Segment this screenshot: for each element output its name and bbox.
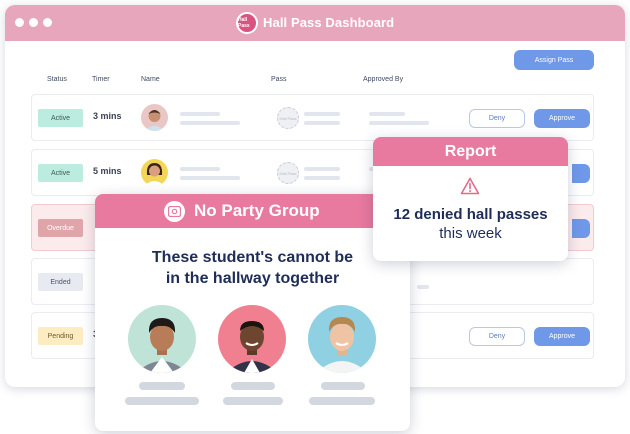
pass-placeholder-line xyxy=(304,167,340,171)
status-badge: Active xyxy=(38,164,83,182)
assign-pass-button[interactable]: Assign Pass xyxy=(514,50,594,70)
warning-icon xyxy=(460,177,480,195)
name-placeholder-line xyxy=(309,397,375,405)
app-title: Hall Pass Dashboard xyxy=(263,15,395,30)
report-headline: 12 denied hall passes xyxy=(393,206,548,223)
status-badge: Overdue xyxy=(38,219,83,237)
pass-placeholder-line xyxy=(304,112,340,116)
name-placeholder-line xyxy=(125,397,199,405)
approve-button[interactable] xyxy=(572,219,590,238)
message-line: in the hallway together xyxy=(165,270,340,287)
timer-value: 5 mins xyxy=(93,166,122,176)
column-header-name: Name xyxy=(141,76,160,83)
column-header-status: Status xyxy=(47,76,67,83)
approve-button[interactable]: Approve xyxy=(534,327,590,346)
no-party-group-header: No Party Group xyxy=(95,194,410,228)
deny-button[interactable]: Deny xyxy=(469,327,525,346)
status-badge: Ended xyxy=(38,273,83,291)
approve-button[interactable]: Approve xyxy=(534,109,590,128)
name-placeholder-line xyxy=(321,382,365,390)
status-badge: Pending xyxy=(38,327,83,345)
name-placeholder-line xyxy=(180,121,240,125)
approver-placeholder-line xyxy=(417,285,429,289)
window-dot-icon[interactable] xyxy=(43,18,52,27)
student-avatar xyxy=(128,305,196,373)
approver-placeholder-line xyxy=(369,121,429,125)
no-party-group-message: These student's cannot be in the hallway… xyxy=(95,247,410,289)
name-placeholder-line xyxy=(223,397,283,405)
name-placeholder-line xyxy=(231,382,275,390)
student-avatar xyxy=(308,305,376,373)
window-controls xyxy=(15,18,52,27)
pass-placeholder-line xyxy=(304,176,340,180)
message-line: These student's cannot be xyxy=(151,249,354,266)
column-header-timer: Timer xyxy=(92,76,110,83)
student-avatar xyxy=(218,305,286,373)
student-avatar xyxy=(141,104,168,131)
hall-pass-logo-icon: Hall Pass xyxy=(236,12,258,34)
approver-placeholder-line xyxy=(369,112,405,116)
name-placeholder-line xyxy=(139,382,185,390)
name-placeholder-line xyxy=(180,167,220,171)
report-period: this week xyxy=(439,225,502,242)
window-dot-icon[interactable] xyxy=(15,18,24,27)
no-party-group-card: No Party Group These student's cannot be… xyxy=(95,194,410,431)
title-bar: Hall Pass Hall Pass Dashboard xyxy=(5,5,625,41)
student-avatar xyxy=(141,159,168,186)
status-badge: Active xyxy=(38,109,83,127)
pass-placeholder-line xyxy=(304,121,340,125)
hall-pass-icon: Hall Pass xyxy=(277,162,299,184)
report-card: Report 12 denied hall passes this week xyxy=(373,137,568,261)
table-row[interactable]: Active 3 mins Hall Pass Deny Approve xyxy=(31,94,594,141)
name-placeholder-line xyxy=(180,112,220,116)
hall-pass-icon: Hall Pass xyxy=(277,107,299,129)
timer-value: 3 mins xyxy=(93,111,122,121)
column-header-approved-by: Approved By xyxy=(363,76,404,83)
name-placeholder-line xyxy=(180,176,240,180)
group-badge-icon xyxy=(164,201,185,222)
no-party-group-title: No Party Group xyxy=(194,201,320,220)
report-title: Report xyxy=(373,137,568,166)
deny-button[interactable]: Deny xyxy=(469,109,525,128)
approve-button[interactable] xyxy=(572,164,590,183)
column-header-pass: Pass xyxy=(271,76,287,83)
window-dot-icon[interactable] xyxy=(29,18,38,27)
